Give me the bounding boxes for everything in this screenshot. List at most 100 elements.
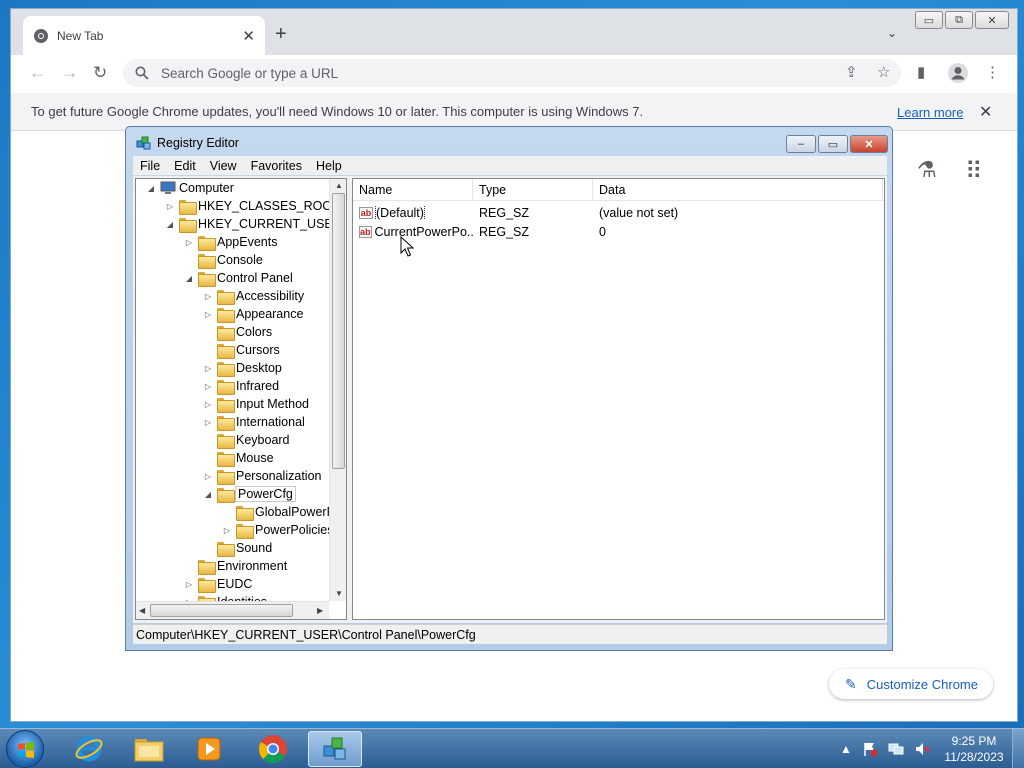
column-name-header[interactable]: Name <box>353 179 473 201</box>
tree-node[interactable]: ▷ Accessibility <box>203 287 304 305</box>
tree-vscroll-thumb[interactable] <box>332 193 345 469</box>
tree-horizontal-scrollbar[interactable]: ◀ ▶ <box>136 601 329 619</box>
expand-arrow-icon[interactable]: ▷ <box>203 364 213 373</box>
scroll-right-icon[interactable]: ▶ <box>317 606 323 615</box>
scroll-up-icon[interactable]: ▲ <box>335 181 343 190</box>
expand-arrow-icon[interactable]: ▷ <box>203 310 213 319</box>
expand-arrow-icon[interactable]: ▷ <box>184 238 194 247</box>
tree-node[interactable]: ▷ AppEvents <box>184 233 277 251</box>
reload-icon[interactable]: ↻ <box>93 63 107 83</box>
taskbar-chrome[interactable] <box>246 731 300 767</box>
menu-file[interactable]: File <box>133 159 167 173</box>
tree-node[interactable]: Console <box>184 251 263 269</box>
close-button[interactable]: ✕ <box>975 11 1009 29</box>
labs-flask-icon[interactable]: ⚗ <box>917 157 937 183</box>
expand-arrow-icon[interactable]: ▷ <box>203 400 213 409</box>
expand-arrow-icon[interactable]: ▷ <box>203 472 213 481</box>
tree-node[interactable]: Keyboard <box>203 431 290 449</box>
tree-node[interactable]: ▷Identities <box>184 593 267 601</box>
tab-new-tab[interactable]: New Tab ✕ <box>23 16 265 55</box>
tree-node[interactable]: ▷ Input Method <box>203 395 309 413</box>
tree-node-label: GlobalPowerP <box>255 505 329 519</box>
taskbar-windows-explorer[interactable] <box>122 731 176 767</box>
forward-icon[interactable]: → <box>61 63 78 83</box>
tree-node[interactable]: Sound <box>203 539 272 557</box>
folder-icon <box>198 271 216 287</box>
expand-arrow-icon[interactable]: ▷ <box>165 202 175 211</box>
tree-node[interactable]: Environment <box>184 557 287 575</box>
tree-node[interactable]: GlobalPowerP <box>222 503 329 521</box>
tree-vertical-scrollbar[interactable]: ▲ ▼ <box>329 179 346 601</box>
menu-favorites[interactable]: Favorites <box>244 159 309 173</box>
regedit-close-button[interactable]: ✕ <box>850 135 888 153</box>
tree-node[interactable]: Mouse <box>203 449 274 467</box>
start-button[interactable] <box>6 730 44 768</box>
google-apps-icon[interactable]: ⠿ <box>965 157 983 186</box>
key-tree: ◢ Computer ▷ HKEY_CLASSES_ROOT ◢ HKEY_CURRENT… <box>135 178 347 620</box>
tree-node[interactable]: Colors <box>203 323 272 341</box>
collapse-arrow-icon[interactable]: ◢ <box>184 274 194 283</box>
regedit-maximize-button[interactable]: ▭ <box>818 135 848 153</box>
expand-arrow-icon[interactable]: ▷ <box>184 580 194 589</box>
tree-node[interactable]: ▷ International <box>203 413 305 431</box>
customize-chrome-button[interactable]: ✎ Customize Chrome <box>829 669 993 699</box>
tree-node[interactable]: ▷ Personalization <box>203 467 321 485</box>
tree-node[interactable]: ◢ Computer <box>146 179 234 197</box>
taskbar-media-player[interactable] <box>182 731 236 767</box>
value-row[interactable]: ab CurrentPowerPo... REG_SZ 0 <box>353 222 884 241</box>
network-icon[interactable] <box>888 741 904 757</box>
back-icon[interactable]: ← <box>29 63 46 83</box>
menu-edit[interactable]: Edit <box>167 159 203 173</box>
menu-help[interactable]: Help <box>309 159 349 173</box>
share-icon[interactable]: ⇪ <box>845 63 858 81</box>
tree-node[interactable]: ▷ Desktop <box>203 359 282 377</box>
volume-muted-icon[interactable] <box>914 741 930 757</box>
collapse-arrow-icon[interactable]: ◢ <box>203 490 213 499</box>
profile-avatar-icon[interactable] <box>947 62 969 84</box>
infobar-close-icon[interactable]: ✕ <box>979 102 992 122</box>
expand-arrow-icon[interactable]: ▷ <box>222 526 232 535</box>
show-desktop-button[interactable] <box>1012 729 1024 768</box>
regedit-titlebar[interactable]: Registry Editor <box>136 135 239 151</box>
column-data-header[interactable]: Data <box>593 179 883 201</box>
restore-button[interactable]: ⧉ <box>945 11 973 29</box>
regedit-minimize-button[interactable]: – <box>786 135 816 153</box>
chrome-menu-icon[interactable]: ⋮ <box>985 63 1000 81</box>
minimize-button[interactable]: ▭ <box>915 11 943 29</box>
column-type-header[interactable]: Type <box>473 179 593 201</box>
value-row[interactable]: ab (Default) REG_SZ (value not set) <box>353 203 884 222</box>
tree-node[interactable]: ▷ EUDC <box>184 575 252 593</box>
tree-node-label: Keyboard <box>236 433 290 447</box>
expand-arrow-icon[interactable]: ▷ <box>203 382 213 391</box>
collapse-arrow-icon[interactable]: ◢ <box>165 220 175 229</box>
tree-node[interactable]: ▷ Infrared <box>203 377 279 395</box>
side-panel-icon[interactable]: ▮ <box>917 63 925 81</box>
tree-node[interactable]: ◢ HKEY_CURRENT_USER <box>165 215 329 233</box>
tree-node[interactable]: ▷ HKEY_CLASSES_ROOT <box>165 197 329 215</box>
regedit-title: Registry Editor <box>157 136 239 150</box>
taskbar-internet-explorer[interactable] <box>62 731 116 767</box>
menu-view[interactable]: View <box>203 159 244 173</box>
expand-arrow-icon[interactable]: ▷ <box>203 418 213 427</box>
tab-close-icon[interactable]: ✕ <box>242 27 255 45</box>
show-hidden-icons-icon[interactable]: ▲ <box>840 742 852 756</box>
tree-node[interactable]: ◢ PowerCfg <box>203 485 296 503</box>
new-tab-button[interactable]: + <box>275 23 287 46</box>
collapse-arrow-icon[interactable]: ◢ <box>146 184 156 193</box>
omnibox[interactable]: Search Google or type a URL <box>123 59 901 87</box>
tree-node[interactable]: Cursors <box>203 341 280 359</box>
taskbar-registry-editor[interactable] <box>308 731 362 767</box>
scroll-left-icon[interactable]: ◀ <box>139 606 145 615</box>
clock[interactable]: 9:25 PM 11/28/2023 <box>938 733 1010 765</box>
tree-node[interactable]: ▷ PowerPolicies <box>222 521 329 539</box>
learn-more-link[interactable]: Learn more <box>897 105 963 120</box>
bookmark-star-icon[interactable]: ☆ <box>877 63 890 81</box>
tab-search-icon[interactable]: ⌄ <box>887 26 897 40</box>
action-center-flag-icon[interactable] <box>862 741 878 757</box>
tree-node[interactable]: ◢ Control Panel <box>184 269 293 287</box>
tree-node[interactable]: ▷ Appearance <box>203 305 303 323</box>
expand-arrow-icon[interactable]: ▷ <box>203 292 213 301</box>
chrome-favicon-icon <box>34 28 48 43</box>
scroll-down-icon[interactable]: ▼ <box>335 589 343 598</box>
tree-hscroll-thumb[interactable] <box>150 604 293 617</box>
